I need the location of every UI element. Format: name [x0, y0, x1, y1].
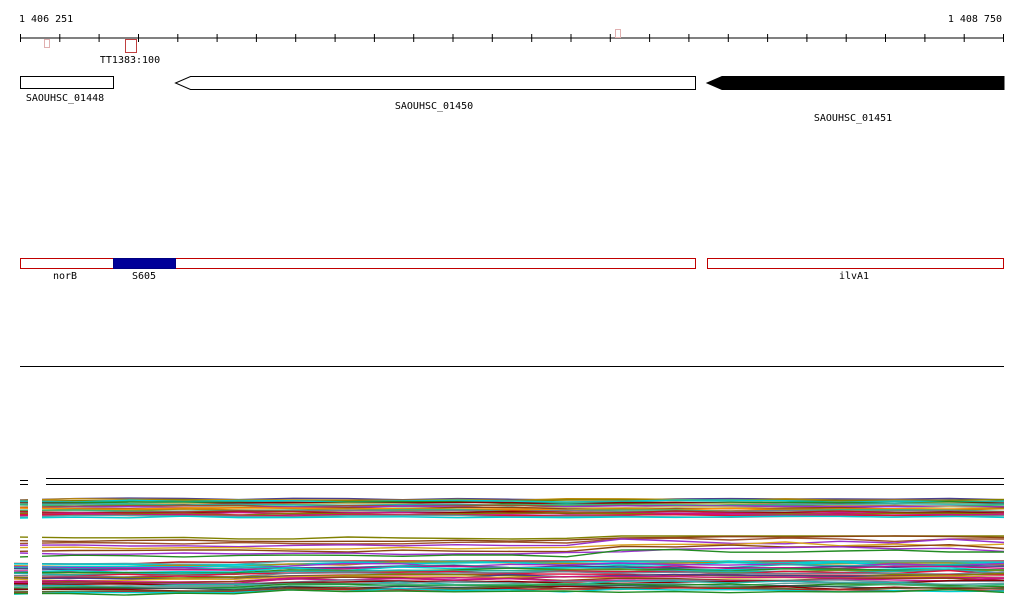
region-S605[interactable] — [113, 258, 176, 269]
gene-label: SAOUHSC_01450 — [395, 101, 473, 112]
annotation-marker[interactable] — [615, 29, 621, 38]
ruler-end-label: 1 408 750 — [948, 14, 1002, 25]
gene-arrow[interactable] — [174, 76, 696, 90]
coverage-band-bottom — [13, 560, 1005, 596]
terminator-label: TT1383:100 — [100, 55, 160, 66]
gene-label: SAOUHSC_01448 — [26, 93, 104, 104]
coverage-gap — [28, 468, 42, 611]
gene-arrow[interactable] — [20, 76, 114, 89]
terminator-feature[interactable] — [125, 39, 137, 53]
region-label-ilvA1: ilvA1 — [839, 271, 869, 282]
region-label-S605: S605 — [132, 271, 156, 282]
region-label-norB: norB — [53, 271, 77, 282]
annotation-marker[interactable] — [44, 39, 50, 48]
coverage-tracks — [10, 468, 1005, 611]
coverage-band-mid — [19, 535, 1005, 558]
gene-track: SAOUHSC_01448 SAOUHSC_01450 SAOUHSC_0145… — [20, 76, 1005, 125]
gene-label: SAOUHSC_01451 — [814, 113, 892, 124]
gene-SAOUHSC_01448[interactable]: SAOUHSC_01448 — [20, 76, 114, 105]
region-ilvA1[interactable] — [707, 258, 1004, 269]
region-track: norB S605 ilvA1 — [20, 258, 1004, 282]
gene-arrow[interactable] — [705, 76, 1005, 90]
coverage-band-top — [19, 497, 1005, 519]
annotation-track: TT1383:100 — [44, 29, 621, 66]
browser-canvas: 1 406 251 1 408 750 TT1383:100 SAOUHSC_0… — [10, 14, 1005, 611]
gene-SAOUHSC_01451[interactable]: SAOUHSC_01451 — [705, 76, 1005, 125]
ruler-start-label: 1 406 251 — [19, 14, 73, 25]
ruler: 1 406 251 1 408 750 — [19, 14, 1004, 42]
coverage-gap — [10, 540, 13, 611]
gene-SAOUHSC_01450[interactable]: SAOUHSC_01450 — [174, 76, 696, 113]
genome-browser: 1 406 251 1 408 750 TT1383:100 SAOUHSC_0… — [0, 0, 1024, 611]
